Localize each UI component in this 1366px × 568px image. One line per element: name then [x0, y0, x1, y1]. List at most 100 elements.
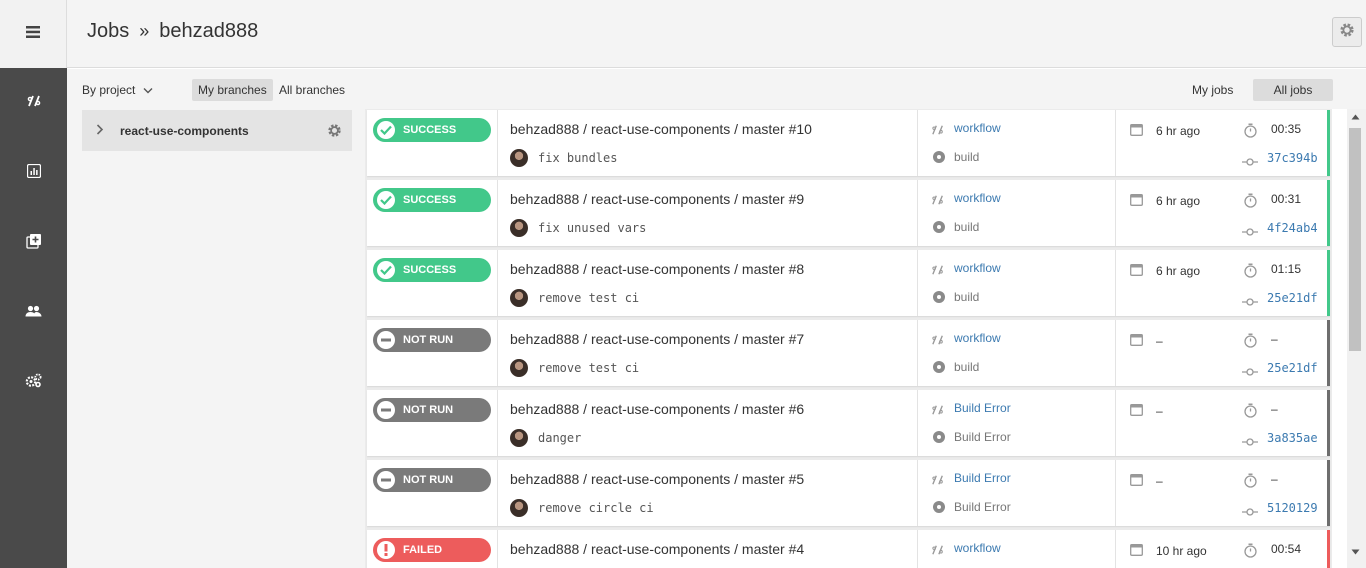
- job-title[interactable]: behzad888 / react-use-components / maste…: [510, 261, 804, 277]
- job-row[interactable]: SUCCESS behzad888 / react-use-components…: [367, 250, 1330, 316]
- timing-info: 6 hr ago 01:15 25e21df: [1116, 250, 1330, 316]
- team-icon[interactable]: [25, 304, 42, 322]
- job-title[interactable]: behzad888 / react-use-components / maste…: [510, 191, 804, 207]
- project-name[interactable]: react-use-components: [120, 124, 249, 138]
- stopwatch-icon: [1244, 333, 1257, 353]
- by-project-dropdown[interactable]: By project: [76, 79, 159, 101]
- project-item[interactable]: react-use-components: [82, 110, 352, 151]
- commit-message[interactable]: remove circle ci: [538, 501, 654, 515]
- menu-toggle[interactable]: [0, 0, 67, 68]
- status-badge[interactable]: FAILED: [373, 538, 491, 562]
- job-title[interactable]: behzad888 / react-use-components / maste…: [510, 121, 812, 137]
- job-name: build: [954, 360, 980, 374]
- nav-team[interactable]: [0, 298, 67, 328]
- status-badge[interactable]: SUCCESS: [373, 188, 491, 212]
- workflow-link[interactable]: workflow: [954, 191, 1001, 205]
- commit-icon: [1242, 153, 1258, 171]
- menu-icon[interactable]: [26, 25, 40, 43]
- workflow-link[interactable]: workflow: [954, 261, 1001, 275]
- timing-info: 6 hr ago 00:31 4f24ab4: [1116, 180, 1330, 246]
- commit-sha-link[interactable]: 37c394b: [1267, 151, 1318, 165]
- job-duration: 00:31: [1271, 192, 1302, 206]
- job-info: behzad888 / react-use-components / maste…: [497, 530, 918, 568]
- settings-button[interactable]: [1332, 17, 1362, 47]
- all-branches-toggle[interactable]: All branches: [273, 79, 351, 101]
- project-settings-icon[interactable]: [327, 123, 342, 143]
- timing-info: – – 5120129: [1116, 460, 1330, 526]
- job-icon: [933, 361, 945, 373]
- add-projects-icon[interactable]: [25, 233, 42, 254]
- job-title[interactable]: behzad888 / react-use-components / maste…: [510, 541, 804, 557]
- job-title[interactable]: behzad888 / react-use-components / maste…: [510, 331, 804, 347]
- workflow-icon: [931, 543, 945, 561]
- calendar-icon: [1130, 403, 1143, 421]
- workflow-link[interactable]: workflow: [954, 121, 1001, 135]
- insights-icon[interactable]: [26, 163, 41, 183]
- job-time-ago: 10 hr ago: [1156, 544, 1207, 558]
- job-info: behzad888 / react-use-components / maste…: [497, 460, 918, 526]
- settings-icon[interactable]: [25, 373, 42, 393]
- workflow-link[interactable]: workflow: [954, 541, 1001, 555]
- all-jobs-toggle[interactable]: All jobs: [1253, 79, 1333, 101]
- status-badge[interactable]: SUCCESS: [373, 258, 491, 282]
- commit-message[interactable]: remove test ci: [538, 291, 639, 305]
- nav-add-projects[interactable]: [0, 228, 67, 258]
- job-duration: –: [1271, 402, 1278, 416]
- page-title[interactable]: Jobs: [87, 20, 129, 42]
- org-name[interactable]: behzad888: [159, 20, 258, 42]
- status-badge[interactable]: NOT RUN: [373, 468, 491, 492]
- job-title[interactable]: behzad888 / react-use-components / maste…: [510, 471, 804, 487]
- status-label: FAILED: [403, 544, 443, 556]
- commit-icon: [1242, 363, 1258, 381]
- avatar: [510, 499, 528, 517]
- calendar-icon: [1130, 333, 1143, 351]
- my-jobs-toggle[interactable]: My jobs: [1186, 79, 1239, 101]
- commit-sha-link[interactable]: 25e21df: [1267, 361, 1318, 375]
- chevron-right-icon[interactable]: [96, 122, 106, 140]
- stopwatch-icon: [1244, 193, 1257, 213]
- scrollbar-thumb[interactable]: [1349, 128, 1361, 351]
- commit-message[interactable]: danger: [538, 431, 581, 445]
- filter-bar: By project My branches All branches My j…: [67, 69, 1366, 109]
- job-row[interactable]: NOT RUN behzad888 / react-use-components…: [367, 320, 1330, 386]
- workflow-link[interactable]: Build Error: [954, 401, 1011, 415]
- my-branches-toggle[interactable]: My branches: [192, 79, 273, 101]
- status-badge[interactable]: NOT RUN: [373, 328, 491, 352]
- job-row[interactable]: FAILED behzad888 / react-use-components …: [367, 530, 1330, 568]
- job-row[interactable]: NOT RUN behzad888 / react-use-components…: [367, 460, 1330, 526]
- by-project-label: By project: [82, 83, 136, 97]
- workflow-link[interactable]: Build Error: [954, 471, 1011, 485]
- workflow-icon: [931, 193, 945, 211]
- job-title[interactable]: behzad888 / react-use-components / maste…: [510, 401, 804, 417]
- workflow-link[interactable]: workflow: [954, 331, 1001, 345]
- commit-sha-link[interactable]: 3a835ae: [1267, 431, 1318, 445]
- nav-workflows[interactable]: [0, 88, 67, 118]
- job-info: behzad888 / react-use-components / maste…: [497, 110, 918, 176]
- status-label: NOT RUN: [403, 474, 454, 486]
- status-badge[interactable]: SUCCESS: [373, 118, 491, 142]
- scroll-down-arrow-icon[interactable]: [1351, 549, 1360, 555]
- job-duration: 00:35: [1271, 122, 1302, 136]
- commit-sha-link[interactable]: 5120129: [1267, 501, 1318, 515]
- job-icon: [933, 431, 945, 443]
- scrollbar[interactable]: [1347, 109, 1366, 568]
- minus-circle-icon: [377, 401, 395, 419]
- nav-settings[interactable]: [0, 368, 67, 398]
- job-name: build: [954, 290, 980, 304]
- avatar: [510, 149, 528, 167]
- commit-sha-link[interactable]: 25e21df: [1267, 291, 1318, 305]
- check-circle-icon: [377, 121, 395, 139]
- commit-sha-link[interactable]: 4f24ab4: [1267, 221, 1318, 235]
- job-row[interactable]: NOT RUN behzad888 / react-use-components…: [367, 390, 1330, 456]
- job-row[interactable]: SUCCESS behzad888 / react-use-components…: [367, 180, 1330, 246]
- workflows-icon[interactable]: [26, 93, 42, 114]
- commit-message[interactable]: remove test ci: [538, 361, 639, 375]
- gear-icon[interactable]: [1339, 22, 1355, 43]
- status-badge[interactable]: NOT RUN: [373, 398, 491, 422]
- commit-message[interactable]: fix bundles: [538, 151, 617, 165]
- scroll-up-arrow-icon[interactable]: [1351, 114, 1360, 120]
- job-time-ago: –: [1156, 474, 1163, 488]
- job-row[interactable]: SUCCESS behzad888 / react-use-components…: [367, 110, 1330, 176]
- commit-message[interactable]: fix unused vars: [538, 221, 646, 235]
- nav-insights[interactable]: [0, 158, 67, 188]
